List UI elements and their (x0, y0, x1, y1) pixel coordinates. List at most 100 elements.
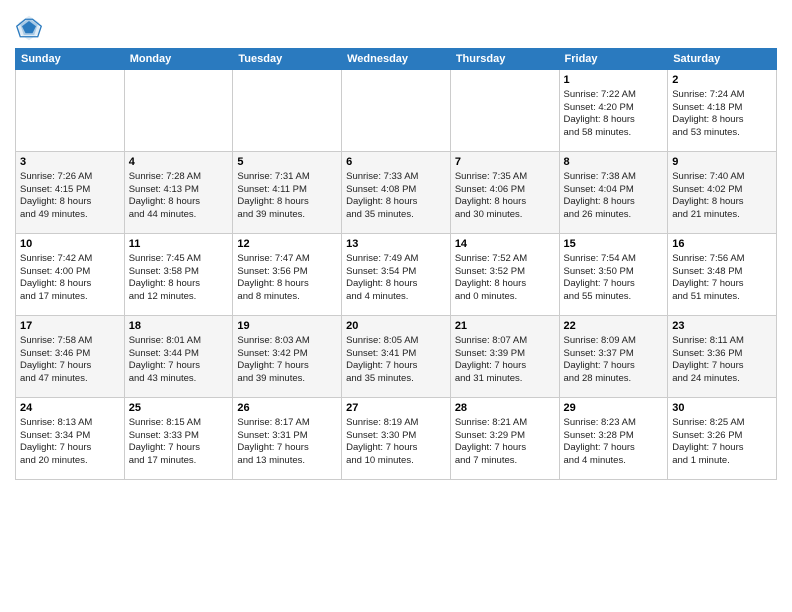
day-number: 26 (237, 401, 337, 416)
weekday-thursday: Thursday (450, 49, 559, 70)
day-number: 3 (20, 155, 120, 170)
day-cell: 12Sunrise: 7:47 AM Sunset: 3:56 PM Dayli… (233, 234, 342, 316)
day-info: Sunrise: 8:25 AM Sunset: 3:26 PM Dayligh… (672, 417, 772, 468)
day-info: Sunrise: 7:45 AM Sunset: 3:58 PM Dayligh… (129, 253, 229, 304)
day-number: 5 (237, 155, 337, 170)
day-cell: 5Sunrise: 7:31 AM Sunset: 4:11 PM Daylig… (233, 152, 342, 234)
day-number: 16 (672, 237, 772, 252)
day-cell: 29Sunrise: 8:23 AM Sunset: 3:28 PM Dayli… (559, 398, 668, 480)
day-cell: 8Sunrise: 7:38 AM Sunset: 4:04 PM Daylig… (559, 152, 668, 234)
weekday-saturday: Saturday (668, 49, 777, 70)
day-number: 13 (346, 237, 446, 252)
day-number: 4 (129, 155, 229, 170)
day-cell (342, 70, 451, 152)
day-cell (233, 70, 342, 152)
day-cell: 23Sunrise: 8:11 AM Sunset: 3:36 PM Dayli… (668, 316, 777, 398)
week-row-3: 10Sunrise: 7:42 AM Sunset: 4:00 PM Dayli… (16, 234, 777, 316)
day-number: 27 (346, 401, 446, 416)
day-number: 10 (20, 237, 120, 252)
day-info: Sunrise: 7:33 AM Sunset: 4:08 PM Dayligh… (346, 171, 446, 222)
day-info: Sunrise: 7:42 AM Sunset: 4:00 PM Dayligh… (20, 253, 120, 304)
day-info: Sunrise: 8:09 AM Sunset: 3:37 PM Dayligh… (564, 335, 664, 386)
day-info: Sunrise: 8:01 AM Sunset: 3:44 PM Dayligh… (129, 335, 229, 386)
day-number: 11 (129, 237, 229, 252)
day-cell: 1Sunrise: 7:22 AM Sunset: 4:20 PM Daylig… (559, 70, 668, 152)
day-info: Sunrise: 7:35 AM Sunset: 4:06 PM Dayligh… (455, 171, 555, 222)
day-number: 15 (564, 237, 664, 252)
day-cell: 28Sunrise: 8:21 AM Sunset: 3:29 PM Dayli… (450, 398, 559, 480)
day-number: 19 (237, 319, 337, 334)
day-number: 23 (672, 319, 772, 334)
day-info: Sunrise: 7:49 AM Sunset: 3:54 PM Dayligh… (346, 253, 446, 304)
day-cell: 9Sunrise: 7:40 AM Sunset: 4:02 PM Daylig… (668, 152, 777, 234)
day-cell: 3Sunrise: 7:26 AM Sunset: 4:15 PM Daylig… (16, 152, 125, 234)
day-cell: 13Sunrise: 7:49 AM Sunset: 3:54 PM Dayli… (342, 234, 451, 316)
day-cell: 17Sunrise: 7:58 AM Sunset: 3:46 PM Dayli… (16, 316, 125, 398)
day-cell: 20Sunrise: 8:05 AM Sunset: 3:41 PM Dayli… (342, 316, 451, 398)
day-info: Sunrise: 7:52 AM Sunset: 3:52 PM Dayligh… (455, 253, 555, 304)
day-cell: 10Sunrise: 7:42 AM Sunset: 4:00 PM Dayli… (16, 234, 125, 316)
day-info: Sunrise: 7:40 AM Sunset: 4:02 PM Dayligh… (672, 171, 772, 222)
day-number: 22 (564, 319, 664, 334)
day-cell: 14Sunrise: 7:52 AM Sunset: 3:52 PM Dayli… (450, 234, 559, 316)
weekday-tuesday: Tuesday (233, 49, 342, 70)
week-row-1: 1Sunrise: 7:22 AM Sunset: 4:20 PM Daylig… (16, 70, 777, 152)
day-number: 21 (455, 319, 555, 334)
weekday-row: SundayMondayTuesdayWednesdayThursdayFrid… (16, 49, 777, 70)
header-area (15, 10, 777, 42)
day-info: Sunrise: 7:58 AM Sunset: 3:46 PM Dayligh… (20, 335, 120, 386)
calendar-header: SundayMondayTuesdayWednesdayThursdayFrid… (16, 49, 777, 70)
day-cell: 4Sunrise: 7:28 AM Sunset: 4:13 PM Daylig… (124, 152, 233, 234)
calendar-body: 1Sunrise: 7:22 AM Sunset: 4:20 PM Daylig… (16, 70, 777, 480)
day-cell (124, 70, 233, 152)
day-cell: 6Sunrise: 7:33 AM Sunset: 4:08 PM Daylig… (342, 152, 451, 234)
day-cell: 30Sunrise: 8:25 AM Sunset: 3:26 PM Dayli… (668, 398, 777, 480)
day-number: 30 (672, 401, 772, 416)
day-number: 12 (237, 237, 337, 252)
day-number: 14 (455, 237, 555, 252)
logo-icon (15, 14, 43, 42)
weekday-friday: Friday (559, 49, 668, 70)
day-cell (16, 70, 125, 152)
day-info: Sunrise: 7:38 AM Sunset: 4:04 PM Dayligh… (564, 171, 664, 222)
page: SundayMondayTuesdayWednesdayThursdayFrid… (0, 0, 792, 612)
day-number: 6 (346, 155, 446, 170)
day-number: 17 (20, 319, 120, 334)
day-info: Sunrise: 7:54 AM Sunset: 3:50 PM Dayligh… (564, 253, 664, 304)
day-cell (450, 70, 559, 152)
day-info: Sunrise: 7:56 AM Sunset: 3:48 PM Dayligh… (672, 253, 772, 304)
week-row-2: 3Sunrise: 7:26 AM Sunset: 4:15 PM Daylig… (16, 152, 777, 234)
day-number: 28 (455, 401, 555, 416)
week-row-4: 17Sunrise: 7:58 AM Sunset: 3:46 PM Dayli… (16, 316, 777, 398)
day-cell: 22Sunrise: 8:09 AM Sunset: 3:37 PM Dayli… (559, 316, 668, 398)
day-info: Sunrise: 8:21 AM Sunset: 3:29 PM Dayligh… (455, 417, 555, 468)
day-cell: 26Sunrise: 8:17 AM Sunset: 3:31 PM Dayli… (233, 398, 342, 480)
day-cell: 2Sunrise: 7:24 AM Sunset: 4:18 PM Daylig… (668, 70, 777, 152)
day-cell: 19Sunrise: 8:03 AM Sunset: 3:42 PM Dayli… (233, 316, 342, 398)
day-cell: 24Sunrise: 8:13 AM Sunset: 3:34 PM Dayli… (16, 398, 125, 480)
day-number: 29 (564, 401, 664, 416)
day-cell: 25Sunrise: 8:15 AM Sunset: 3:33 PM Dayli… (124, 398, 233, 480)
day-info: Sunrise: 7:31 AM Sunset: 4:11 PM Dayligh… (237, 171, 337, 222)
day-number: 24 (20, 401, 120, 416)
day-cell: 15Sunrise: 7:54 AM Sunset: 3:50 PM Dayli… (559, 234, 668, 316)
day-info: Sunrise: 8:15 AM Sunset: 3:33 PM Dayligh… (129, 417, 229, 468)
day-info: Sunrise: 8:03 AM Sunset: 3:42 PM Dayligh… (237, 335, 337, 386)
day-number: 9 (672, 155, 772, 170)
day-number: 18 (129, 319, 229, 334)
day-number: 8 (564, 155, 664, 170)
week-row-5: 24Sunrise: 8:13 AM Sunset: 3:34 PM Dayli… (16, 398, 777, 480)
weekday-wednesday: Wednesday (342, 49, 451, 70)
day-info: Sunrise: 8:05 AM Sunset: 3:41 PM Dayligh… (346, 335, 446, 386)
weekday-sunday: Sunday (16, 49, 125, 70)
day-info: Sunrise: 8:07 AM Sunset: 3:39 PM Dayligh… (455, 335, 555, 386)
day-info: Sunrise: 7:22 AM Sunset: 4:20 PM Dayligh… (564, 89, 664, 140)
day-cell: 27Sunrise: 8:19 AM Sunset: 3:30 PM Dayli… (342, 398, 451, 480)
day-info: Sunrise: 7:26 AM Sunset: 4:15 PM Dayligh… (20, 171, 120, 222)
day-cell: 16Sunrise: 7:56 AM Sunset: 3:48 PM Dayli… (668, 234, 777, 316)
day-cell: 11Sunrise: 7:45 AM Sunset: 3:58 PM Dayli… (124, 234, 233, 316)
day-info: Sunrise: 8:11 AM Sunset: 3:36 PM Dayligh… (672, 335, 772, 386)
day-number: 20 (346, 319, 446, 334)
weekday-monday: Monday (124, 49, 233, 70)
day-number: 7 (455, 155, 555, 170)
